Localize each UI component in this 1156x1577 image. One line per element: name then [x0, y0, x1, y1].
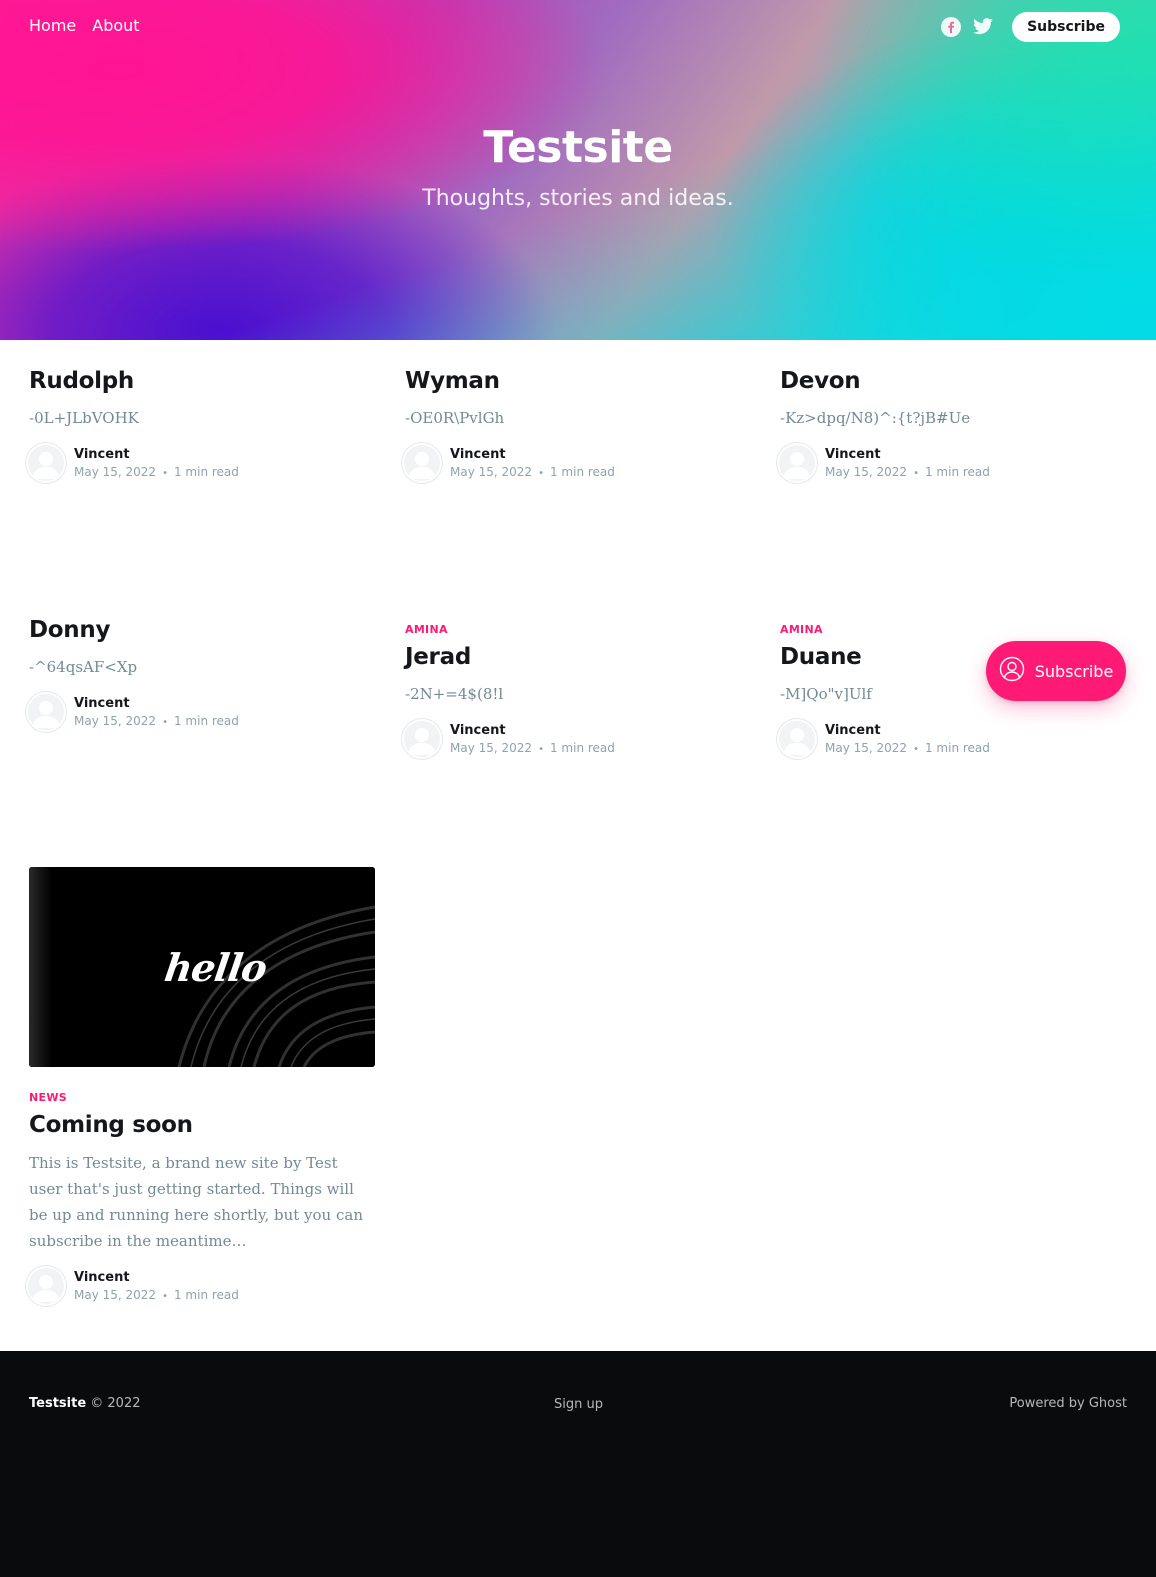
user-circle-icon: [999, 656, 1025, 686]
post-date: May 15, 2022: [825, 741, 908, 755]
site-header: Home About Subscribe Testsite Thoughts, …: [0, 0, 1156, 340]
post-date: May 15, 2022: [825, 465, 908, 479]
post-title[interactable]: Jerad: [405, 644, 755, 670]
author-name[interactable]: Vincent: [450, 447, 615, 462]
post-excerpt: -OE0R\PvlGh: [405, 409, 505, 427]
author-avatar[interactable]: [26, 1266, 66, 1306]
post-meta: Vincent May 15, 2022 • 1 min read: [777, 443, 1130, 483]
author-name[interactable]: Vincent: [74, 696, 239, 711]
author-avatar[interactable]: [402, 443, 442, 483]
floating-subscribe-button[interactable]: Subscribe: [986, 641, 1126, 701]
author-avatar[interactable]: [777, 443, 817, 483]
author-name[interactable]: Vincent: [825, 723, 990, 738]
author-name[interactable]: Vincent: [825, 447, 990, 462]
post-date: May 15, 2022: [74, 465, 157, 479]
post-excerpt: This is Testsite, a brand new site by Te…: [29, 1154, 363, 1250]
footer-signup-link[interactable]: Sign up: [554, 1397, 603, 1412]
author-avatar[interactable]: [26, 692, 66, 732]
author-name[interactable]: Vincent: [74, 447, 239, 462]
post-card[interactable]: Wyman -OE0R\PvlGh Vincent May 15, 2022 • 1…: [402, 368, 755, 483]
read-time: 1 min read: [173, 714, 239, 728]
read-time: 1 min read: [173, 1288, 239, 1302]
feature-image-text: hello: [161, 945, 270, 990]
author-avatar[interactable]: [777, 719, 817, 759]
post-date: May 15, 2022: [450, 465, 533, 479]
footer-copyright-text: © 2022: [90, 1396, 141, 1411]
twitter-icon[interactable]: [972, 16, 994, 38]
read-time: 1 min read: [173, 465, 239, 479]
post-title[interactable]: Coming soon: [29, 1112, 375, 1138]
site-description: Thoughts, stories and ideas.: [422, 186, 734, 211]
main-nav: Home About: [29, 16, 140, 35]
post-meta: Vincent May 15, 2022 • 1 min read: [402, 719, 755, 759]
post-card[interactable]: Donny -^64qsAF<Xp Vincent May 15, 2022 • 1…: [26, 617, 379, 732]
post-excerpt: -Kz>dpq/N8)^:{t?jB#Ue: [780, 409, 971, 427]
read-time: 1 min read: [549, 741, 615, 755]
post-meta: Vincent May 15, 2022 • 1 min read: [777, 719, 1130, 759]
post-title[interactable]: Donny: [29, 617, 379, 643]
post-card[interactable]: Amina Jerad -2N+=4$(8!l Vincent May 15, …: [402, 623, 755, 759]
nav-home-link[interactable]: Home: [29, 16, 76, 35]
read-time: 1 min read: [549, 465, 615, 479]
post-date: May 15, 2022: [450, 741, 533, 755]
post-meta: Vincent May 15, 2022 • 1 min read: [26, 443, 379, 483]
post-tag[interactable]: News: [29, 1091, 375, 1104]
post-feature-image[interactable]: hello: [29, 867, 375, 1067]
author-name[interactable]: Vincent: [450, 723, 615, 738]
post-date: May 15, 2022: [74, 1288, 157, 1302]
post-card[interactable]: hello News Coming soon This is Testsite,…: [26, 867, 375, 1306]
post-meta: Vincent May 15, 2022 • 1 min read: [26, 1266, 375, 1306]
post-date: May 15, 2022: [74, 714, 157, 728]
post-tag[interactable]: Amina: [780, 623, 1130, 636]
footer-site-name[interactable]: Testsite: [29, 1396, 86, 1411]
author-avatar[interactable]: [402, 719, 442, 759]
post-excerpt: -2N+=4$(8!l: [405, 685, 504, 703]
read-time: 1 min read: [924, 741, 990, 755]
post-title[interactable]: Rudolph: [29, 368, 379, 394]
site-title: Testsite: [483, 122, 673, 173]
facebook-icon[interactable]: [940, 16, 962, 38]
header-actions: Subscribe: [940, 12, 1120, 42]
author-name[interactable]: Vincent: [74, 1270, 239, 1285]
post-title[interactable]: Wyman: [405, 368, 755, 394]
site-footer: Testsite © 2022 Sign up Powered by Ghost: [0, 1351, 1156, 1577]
author-avatar[interactable]: [26, 443, 66, 483]
footer-copyright: Testsite © 2022: [29, 1396, 141, 1411]
post-title[interactable]: Devon: [780, 368, 1130, 394]
post-excerpt: -^64qsAF<Xp: [29, 658, 138, 676]
footer-powered-by-link[interactable]: Powered by Ghost: [1009, 1396, 1127, 1411]
post-tag[interactable]: Amina: [405, 623, 755, 636]
post-card[interactable]: Rudolph -0L+JLbVOHK Vincent May 15, 2022…: [26, 368, 379, 483]
post-meta: Vincent May 15, 2022 • 1 min read: [402, 443, 755, 483]
floating-subscribe-label: Subscribe: [1034, 661, 1114, 681]
post-excerpt: -0L+JLbVOHK: [29, 409, 139, 427]
post-meta: Vincent May 15, 2022 • 1 min read: [26, 692, 379, 732]
post-card[interactable]: Devon -Kz>dpq/N8)^:{t?jB#Ue Vincent May …: [777, 368, 1130, 483]
read-time: 1 min read: [924, 465, 990, 479]
header-subscribe-button[interactable]: Subscribe: [1012, 12, 1120, 42]
nav-about-link[interactable]: About: [92, 16, 139, 35]
